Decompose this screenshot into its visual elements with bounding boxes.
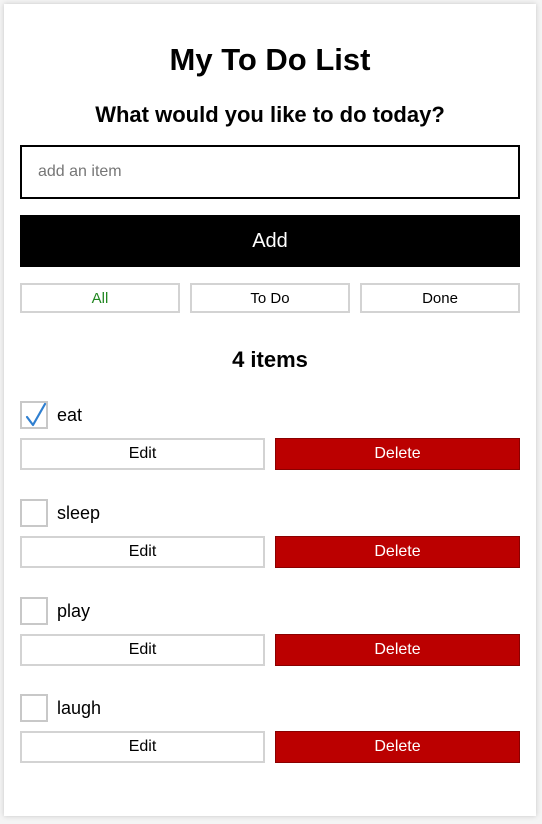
todo-label: play xyxy=(57,601,91,621)
filter-all-button[interactable]: All xyxy=(20,283,180,313)
delete-button[interactable]: Delete xyxy=(275,731,520,763)
todo-checkbox[interactable] xyxy=(20,694,48,722)
filter-todo-button[interactable]: To Do xyxy=(190,283,350,313)
filter-done-button[interactable]: Done xyxy=(360,283,520,313)
todo-label: laugh xyxy=(57,698,102,718)
todo-label: sleep xyxy=(57,503,101,523)
todo-checkbox[interactable] xyxy=(20,499,48,527)
edit-button[interactable]: Edit xyxy=(20,438,265,470)
app-title: My To Do List xyxy=(169,42,371,77)
delete-button[interactable]: Delete xyxy=(275,634,520,666)
todo-item-sleep: sleep Edit Delete xyxy=(20,499,520,571)
delete-button[interactable]: Delete xyxy=(275,536,520,568)
add-button[interactable]: Add xyxy=(20,215,520,267)
prompt-heading: What would you like to do today? xyxy=(95,102,445,127)
checkmark-icon xyxy=(25,402,47,427)
edit-button[interactable]: Edit xyxy=(20,634,265,666)
todo-label: eat xyxy=(57,405,83,425)
todo-item-laugh: laugh Edit Delete xyxy=(20,694,520,766)
delete-button[interactable]: Delete xyxy=(275,438,520,470)
todo-item-play: play Edit Delete xyxy=(20,597,520,669)
edit-button[interactable]: Edit xyxy=(20,731,265,763)
item-count: 4 items xyxy=(232,347,308,372)
todo-item-eat: eat Edit Delete xyxy=(20,401,520,473)
new-item-input[interactable] xyxy=(20,145,520,199)
todo-checkbox[interactable] xyxy=(20,597,48,625)
todo-checkbox[interactable] xyxy=(20,401,48,429)
edit-button[interactable]: Edit xyxy=(20,536,265,568)
